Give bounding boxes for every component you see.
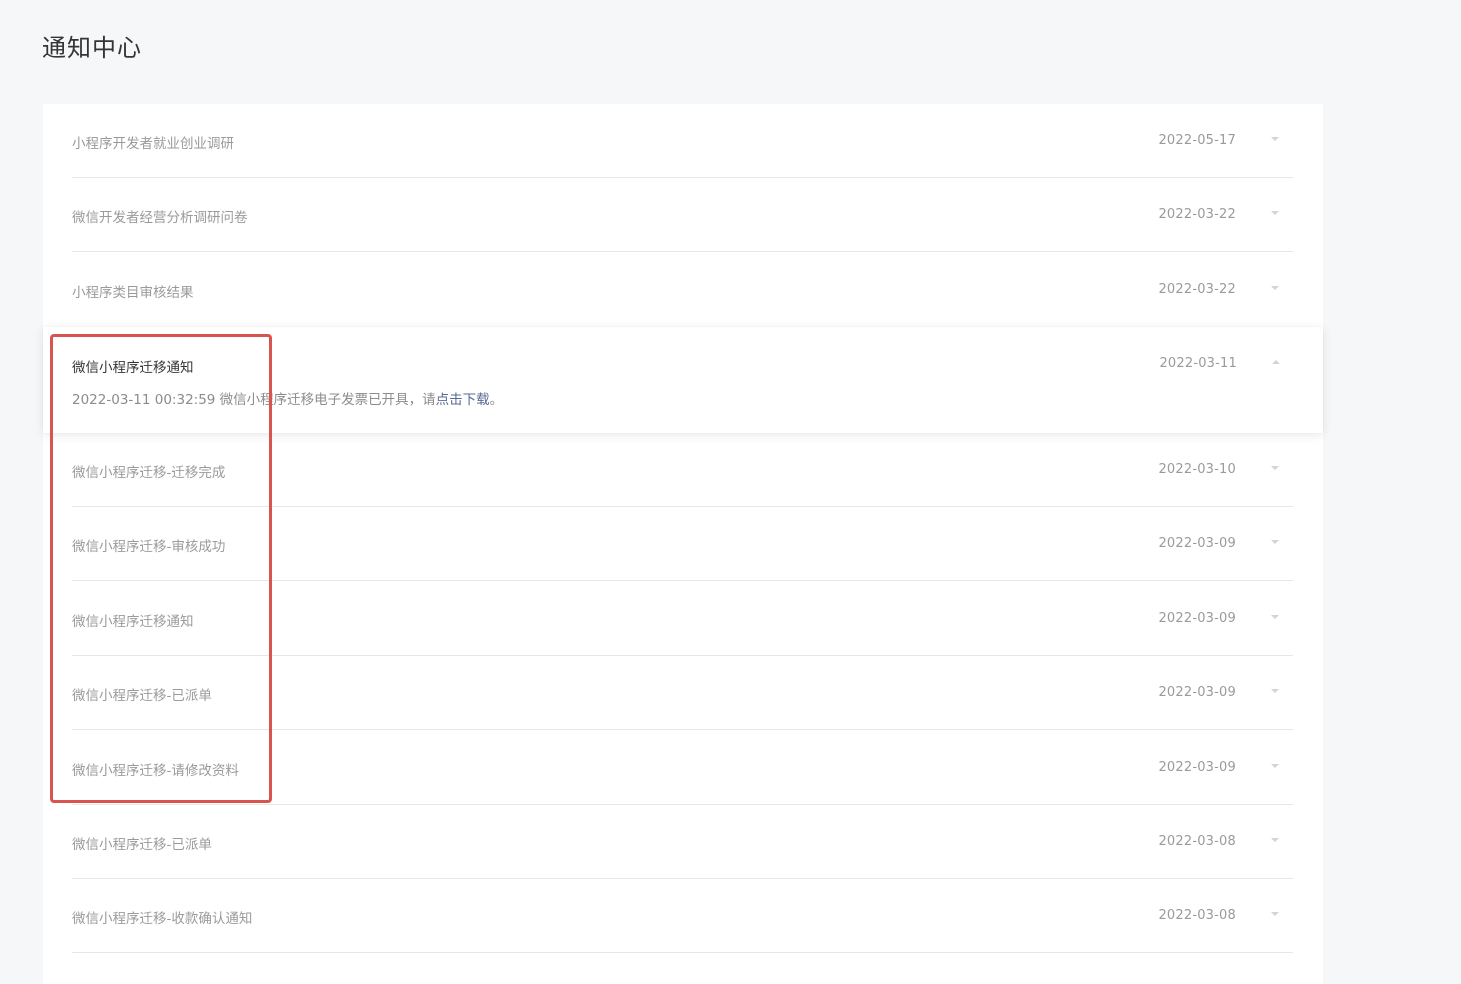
notification-title: 微信小程序迁移-收款确认通知 xyxy=(72,911,253,927)
notification-date: 2022-03-09 xyxy=(1158,611,1236,626)
notification-item[interactable]: 微信小程序迁移通知 2022-03-09 xyxy=(72,582,1293,656)
notification-title: 微信小程序迁移-已派单 xyxy=(72,837,212,853)
notification-list: 小程序开发者就业创业调研 2022-05-17 微信开发者经营分析调研问卷 20… xyxy=(43,104,1323,984)
notification-item[interactable]: 微信小程序迁移-审核成功 2022-03-09 xyxy=(72,507,1293,581)
notification-date: 2022-03-09 xyxy=(1158,536,1236,551)
page-title: 通知中心 xyxy=(42,34,142,62)
notification-item[interactable]: 微信小程序迁移-迁移完成 2022-03-10 xyxy=(72,433,1293,507)
notification-item[interactable]: 小程序类目审核结果 2022-03-22 xyxy=(72,253,1293,327)
notification-date: 2022-05-17 xyxy=(1158,133,1236,148)
notification-date: 2022-03-08 xyxy=(1158,834,1236,849)
notification-title: 微信小程序迁移-已派单 xyxy=(72,688,212,704)
caret-down-icon[interactable] xyxy=(1271,838,1279,842)
caret-down-icon[interactable] xyxy=(1271,764,1279,768)
notification-title: 小程序类目审核结果 xyxy=(72,285,194,301)
notification-title: 微信小程序迁移-请修改资料 xyxy=(72,763,239,779)
notification-date: 2022-03-22 xyxy=(1158,282,1236,297)
caret-down-icon[interactable] xyxy=(1271,615,1279,619)
download-link[interactable]: 点击下载 xyxy=(436,392,490,408)
notification-item[interactable]: 微信小程序迁移-收款确认通知 2022-03-08 xyxy=(72,879,1293,953)
caret-down-icon[interactable] xyxy=(1271,689,1279,693)
notification-date: 2022-03-10 xyxy=(1158,462,1236,477)
caret-down-icon[interactable] xyxy=(1271,137,1279,141)
notification-item-expanded[interactable]: 微信小程序迁移通知 2022-03-11 2022-03-11 00:32:59… xyxy=(43,327,1323,433)
caret-down-icon[interactable] xyxy=(1271,211,1279,215)
caret-down-icon[interactable] xyxy=(1271,466,1279,470)
caret-up-icon[interactable] xyxy=(1272,360,1280,364)
notification-item[interactable]: 微信小程序迁移-已派单 2022-03-09 xyxy=(72,656,1293,730)
notification-detail: 2022-03-11 00:32:59 微信小程序迁移电子发票已开具，请点击下载… xyxy=(72,388,503,408)
caret-down-icon[interactable] xyxy=(1271,286,1279,290)
notification-detail-text: 2022-03-11 00:32:59 微信小程序迁移电子发票已开具，请 xyxy=(72,392,436,408)
notification-title: 微信小程序迁移-迁移完成 xyxy=(72,465,226,481)
notification-date: 2022-03-11 xyxy=(1159,356,1237,371)
notification-date: 2022-03-22 xyxy=(1158,207,1236,222)
notification-date: 2022-03-09 xyxy=(1158,685,1236,700)
caret-down-icon[interactable] xyxy=(1271,540,1279,544)
notification-title: 微信小程序迁移-审核成功 xyxy=(72,539,226,555)
notification-title: 微信开发者经营分析调研问卷 xyxy=(72,210,248,226)
notification-item[interactable]: 小程序开发者就业创业调研 2022-05-17 xyxy=(72,104,1293,178)
notification-item[interactable]: 微信小程序迁移-请修改资料 2022-03-09 xyxy=(72,731,1293,805)
notification-date: 2022-03-09 xyxy=(1158,760,1236,775)
notification-title: 微信小程序迁移通知 xyxy=(72,360,194,376)
notification-title: 微信小程序迁移通知 xyxy=(72,614,194,630)
notification-title: 小程序开发者就业创业调研 xyxy=(72,136,234,152)
caret-down-icon[interactable] xyxy=(1271,912,1279,916)
notification-date: 2022-03-08 xyxy=(1158,908,1236,923)
notification-item[interactable]: 微信小程序迁移-已派单 2022-03-08 xyxy=(72,805,1293,879)
notification-item[interactable]: 微信开发者经营分析调研问卷 2022-03-22 xyxy=(72,178,1293,252)
notification-detail-suffix: 。 xyxy=(489,392,504,408)
